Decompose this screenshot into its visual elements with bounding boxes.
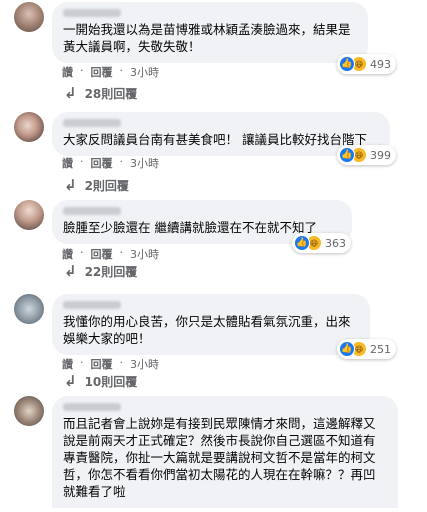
reaction-summary[interactable]: 👍 😆 493 (337, 54, 396, 74)
like-button[interactable]: 讚 (62, 155, 73, 171)
avatar[interactable] (14, 2, 44, 32)
commenter-name-redacted[interactable] (63, 9, 121, 17)
timestamp[interactable]: 3小時 (130, 155, 159, 171)
comment-actions: 讚 · 回覆 · 3小時 (62, 246, 159, 262)
comment-actions: 讚 · 回覆 · 3小時 (62, 155, 159, 171)
reply-arrow-icon: ↳ (64, 176, 77, 194)
timestamp[interactable]: 3小時 (130, 64, 159, 80)
replies-count-label: 2則回覆 (84, 178, 129, 193)
reply-button[interactable]: 回覆 (91, 155, 113, 171)
comment-bubble: 我懂你的用心良苦，你只是太體貼看氣氛沉重，出來娛樂大家的吧！ (52, 294, 370, 355)
reaction-count: 251 (370, 342, 391, 356)
comment-bubble: 而且記者會上說妳是有接到民眾陳情才來問，這邊解釋又說是前兩天才正式確定？然後市長… (52, 396, 398, 508)
reaction-summary[interactable]: 👍 😆 363 (292, 233, 351, 253)
commenter-name-redacted[interactable] (63, 207, 121, 215)
view-replies-link[interactable]: ↳ 22則回覆 (64, 262, 137, 280)
comment-text: 我懂你的用心良苦，你只是太體貼看氣氛沉重，出來娛樂大家的吧！ (63, 314, 351, 346)
reaction-count: 399 (370, 148, 391, 162)
replies-count-label: 22則回覆 (84, 264, 138, 279)
commenter-name-redacted[interactable] (63, 119, 121, 127)
avatar[interactable] (14, 396, 44, 426)
like-button[interactable]: 讚 (62, 246, 73, 262)
comment-text: 而且記者會上說妳是有接到民眾陳情才來問，這邊解釋又說是前兩天才正式確定？然後市長… (63, 416, 376, 499)
like-icon: 👍 (339, 56, 355, 72)
comment-text: 一開始我還以為是苗博雅或林穎孟湊臉過來，結果是黃大議員啊，失敬失敬！ (63, 22, 351, 54)
comment-bubble: 一開始我還以為是苗博雅或林穎孟湊臉過來，結果是黃大議員啊，失敬失敬！ (52, 2, 368, 63)
avatar[interactable] (14, 112, 44, 142)
like-icon: 👍 (339, 341, 355, 357)
replies-count-label: 10則回覆 (84, 374, 138, 389)
reply-arrow-icon: ↳ (64, 262, 77, 280)
comment-actions: 讚 · 回覆 · 3小時 (62, 356, 159, 372)
reply-button[interactable]: 回覆 (91, 64, 113, 80)
avatar[interactable] (14, 294, 44, 324)
timestamp[interactable]: 3小時 (130, 246, 159, 262)
reaction-count: 363 (325, 236, 346, 250)
view-replies-link[interactable]: ↳ 2則回覆 (64, 176, 129, 194)
view-replies-link[interactable]: ↳ 28則回覆 (64, 84, 137, 102)
reaction-summary[interactable]: 👍 😆 399 (337, 145, 396, 165)
comment-actions: 讚 · 回覆 · 3小時 (62, 64, 159, 80)
reply-button[interactable]: 回覆 (91, 356, 113, 372)
reply-arrow-icon: ↳ (64, 84, 77, 102)
like-icon: 👍 (294, 235, 310, 251)
avatar[interactable] (14, 200, 44, 230)
reaction-summary[interactable]: 👍 😆 251 (337, 339, 396, 359)
like-button[interactable]: 讚 (62, 356, 73, 372)
view-replies-link[interactable]: ↳ 10則回覆 (64, 372, 137, 390)
timestamp[interactable]: 3小時 (130, 356, 159, 372)
reply-button[interactable]: 回覆 (91, 246, 113, 262)
commenter-name-redacted[interactable] (63, 301, 121, 309)
like-icon: 👍 (339, 147, 355, 163)
commenter-name-redacted[interactable] (63, 403, 121, 411)
reply-arrow-icon: ↳ (64, 372, 77, 390)
like-button[interactable]: 讚 (62, 64, 73, 80)
reaction-count: 493 (370, 57, 391, 71)
comment-text: 大家反問議員台南有甚美食吧！ 讓議員比較好找台階下 (63, 132, 367, 147)
replies-count-label: 28則回覆 (84, 86, 138, 101)
